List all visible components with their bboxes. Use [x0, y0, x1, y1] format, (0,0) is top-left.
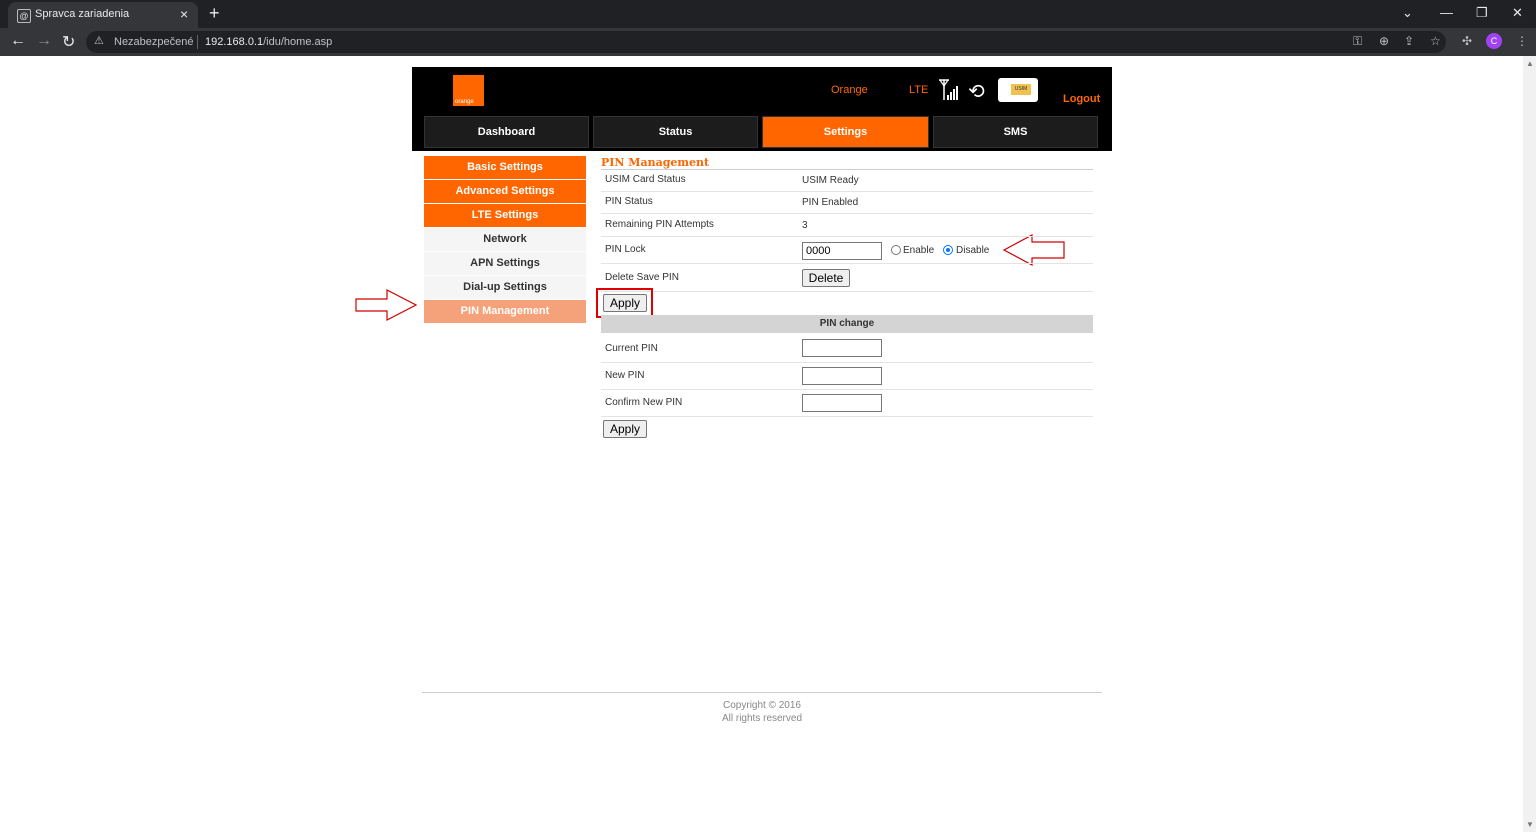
side-item-dialup-settings[interactable]: Dial-up Settings	[424, 276, 586, 300]
network-type: LTE	[909, 84, 929, 96]
pin-change-section-header: PIN change	[601, 315, 1093, 333]
new-pin-label: New PIN	[605, 370, 645, 381]
footer-rights: All rights reserved	[721, 713, 803, 724]
usim-card-icon: USIM	[998, 78, 1038, 102]
connection-sync-icon: ⟲	[968, 81, 985, 103]
reload-icon[interactable]: ↻	[62, 32, 75, 52]
footer-copyright: Copyright © 2016	[723, 700, 801, 711]
tab-title: Spravca zariadenia	[35, 8, 130, 20]
remaining-attempts-value: 3	[802, 220, 808, 231]
annotation-highlight-box	[596, 288, 653, 318]
pin-lock-label: PIN Lock	[605, 244, 646, 255]
nav-tab-sms[interactable]: SMS	[933, 116, 1098, 148]
zoom-icon[interactable]: ⊕	[1379, 34, 1389, 48]
delete-pin-button[interactable]: Delete	[802, 269, 850, 287]
router-header: orange Orange LTE ⟲ USIM Logout Dashboar…	[412, 67, 1112, 151]
annotation-arrow-right-icon	[355, 289, 418, 321]
usim-status-row: USIM Card Status USIM Ready	[601, 170, 1093, 192]
remaining-attempts-row: Remaining PIN Attempts 3	[601, 214, 1093, 237]
browser-tab[interactable]: @ Spravca zariadenia ×	[8, 2, 198, 28]
remaining-attempts-label: Remaining PIN Attempts	[605, 219, 714, 230]
menu-kebab-icon[interactable]: ⋮	[1516, 34, 1528, 48]
page-favicon-icon: @	[17, 9, 31, 23]
logout-link[interactable]: Logout	[1063, 93, 1100, 105]
pin-lock-input[interactable]: 0000	[802, 242, 882, 260]
orange-logo: orange	[453, 75, 484, 106]
usim-status-value: USIM Ready	[802, 175, 859, 186]
pin-change-apply-button[interactable]: Apply	[603, 420, 647, 438]
restore-icon[interactable]: ❐	[1476, 5, 1488, 21]
share-icon[interactable]: ⇪	[1404, 34, 1414, 48]
profile-avatar[interactable]: C	[1486, 33, 1502, 49]
tab-search-chevron-icon[interactable]: ⌄	[1402, 5, 1413, 21]
page-title: PIN Management	[601, 156, 710, 169]
divider	[197, 35, 198, 49]
url-host: 192.168.0.1	[205, 36, 264, 48]
address-bar[interactable]: ⚠ Nezabezpečené 192.168.0.1/idu/home.asp	[86, 31, 1446, 53]
forward-icon[interactable]: →	[36, 32, 52, 50]
bookmark-star-icon[interactable]: ☆	[1430, 34, 1441, 48]
security-label: Nezabezpečené	[114, 36, 194, 48]
confirm-pin-input[interactable]	[802, 394, 882, 412]
new-tab-icon[interactable]: +	[209, 3, 220, 24]
operator-name: Orange	[831, 84, 868, 96]
warning-icon[interactable]: ⚠	[94, 34, 104, 47]
extensions-icon[interactable]: ✣	[1462, 34, 1472, 48]
minimize-icon[interactable]: —	[1440, 5, 1453, 20]
nav-tab-dashboard[interactable]: Dashboard	[424, 116, 589, 148]
window-close-icon[interactable]: ✕	[1512, 5, 1523, 21]
pin-lock-disable-radio[interactable]	[943, 245, 953, 255]
pin-lock-enable-radio[interactable]	[891, 245, 901, 255]
footer-divider	[422, 692, 1102, 693]
nav-tab-settings[interactable]: Settings	[762, 116, 929, 148]
delete-save-pin-label: Delete Save PIN	[605, 272, 679, 283]
logo-text: orange	[455, 99, 474, 105]
side-item-network[interactable]: Network	[424, 228, 586, 252]
side-item-basic-settings[interactable]: Basic Settings	[424, 156, 586, 180]
side-item-lte-settings[interactable]: LTE Settings	[424, 204, 586, 228]
settings-side-menu: Basic Settings Advanced Settings LTE Set…	[424, 156, 586, 324]
tab-close-icon[interactable]: ×	[180, 6, 188, 22]
url-path: /idu/home.asp	[263, 36, 333, 48]
browser-tab-bar: @ Spravca zariadenia × + ⌄ — ❐ ✕	[0, 0, 1536, 28]
pin-status-value: PIN Enabled	[802, 197, 859, 208]
side-item-pin-management[interactable]: PIN Management	[424, 300, 586, 324]
disable-label: Disable	[956, 245, 990, 256]
signal-strength-icon	[939, 79, 958, 100]
back-icon[interactable]: ←	[10, 32, 26, 50]
pin-status-label: PIN Status	[605, 196, 653, 207]
url-text: 192.168.0.1/idu/home.asp	[205, 36, 332, 48]
browser-toolbar: ← → ↻ ⚠ Nezabezpečené 192.168.0.1/idu/ho…	[0, 28, 1536, 56]
current-pin-label: Current PIN	[605, 343, 658, 354]
nav-tab-status[interactable]: Status	[593, 116, 758, 148]
enable-label: Enable	[903, 245, 935, 256]
usim-status-label: USIM Card Status	[605, 174, 686, 185]
page-scrollbar[interactable]: ▲ ▼	[1523, 56, 1536, 832]
new-pin-input[interactable]	[802, 367, 882, 385]
scroll-down-icon[interactable]: ▼	[1526, 820, 1534, 829]
usim-label: USIM	[1011, 84, 1031, 95]
confirm-pin-label: Confirm New PIN	[605, 397, 683, 408]
current-pin-input[interactable]	[802, 339, 882, 357]
side-item-advanced-settings[interactable]: Advanced Settings	[424, 180, 586, 204]
pin-status-row: PIN Status PIN Enabled	[601, 192, 1093, 214]
side-item-apn-settings[interactable]: APN Settings	[424, 252, 586, 276]
key-icon[interactable]: ⚿	[1353, 34, 1362, 49]
scroll-up-icon[interactable]: ▲	[1526, 59, 1534, 68]
